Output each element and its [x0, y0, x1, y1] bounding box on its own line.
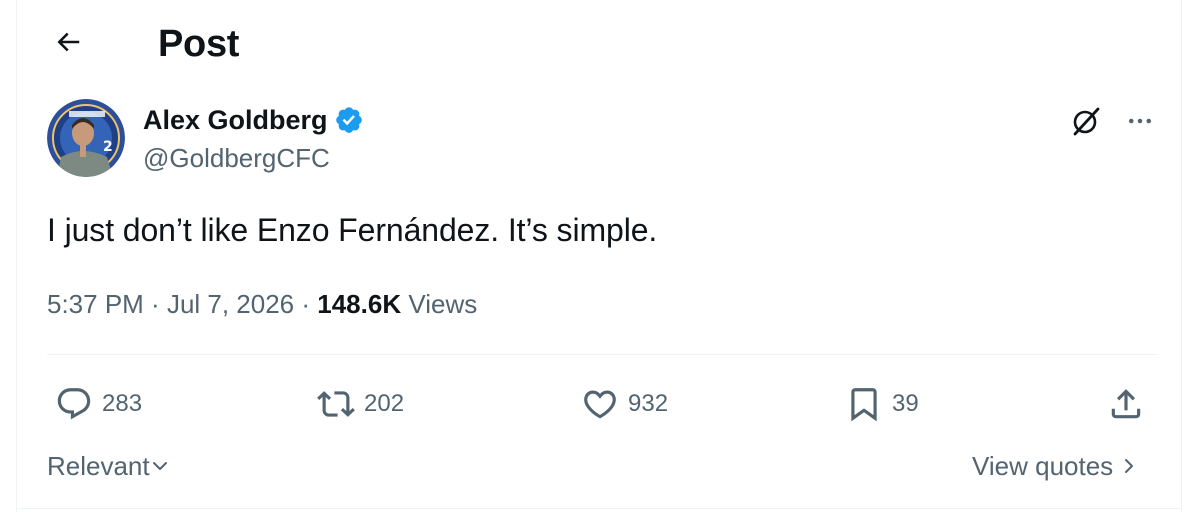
repost-icon	[316, 384, 356, 424]
share-icon	[1106, 384, 1146, 424]
like-button[interactable]: 932	[580, 380, 668, 428]
author-name-row: Alex Goldberg	[143, 101, 364, 139]
bookmark-icon	[844, 384, 884, 424]
back-button[interactable]	[46, 22, 90, 66]
verified-badge-icon[interactable]	[334, 105, 364, 135]
chevron-down-icon	[150, 456, 170, 476]
post-meta: 5:37 PM · Jul 7, 2026 · 148.6K Views	[47, 284, 477, 324]
sort-label: Relevant	[47, 451, 150, 481]
views-label: Views	[401, 289, 478, 319]
repost-count: 202	[364, 390, 405, 417]
more-options-button[interactable]	[1118, 101, 1162, 145]
sort-replies-dropdown[interactable]: Relevant	[47, 446, 170, 486]
share-button[interactable]	[1106, 380, 1146, 428]
grok-icon	[1069, 104, 1103, 143]
author-handle[interactable]: @GoldbergCFC	[143, 140, 330, 176]
avatar[interactable]: 2	[47, 99, 125, 177]
repost-button[interactable]: 202	[316, 380, 404, 428]
divider	[47, 354, 1158, 355]
like-count: 932	[628, 390, 669, 417]
more-dots-icon	[1125, 106, 1155, 141]
post-text: I just don’t like Enzo Fernández. It’s s…	[47, 212, 658, 248]
view-quotes-link[interactable]: View quotes	[972, 446, 1139, 486]
view-quotes-label: View quotes	[972, 451, 1114, 481]
meta-separator-2: ·	[294, 289, 318, 319]
bookmark-button[interactable]: 39	[844, 380, 919, 428]
chevron-right-icon	[1119, 456, 1139, 476]
heart-icon	[580, 384, 620, 424]
reply-count: 283	[102, 390, 143, 417]
reply-icon	[54, 384, 94, 424]
arrow-left-icon	[53, 27, 83, 62]
grok-button[interactable]	[1064, 101, 1108, 145]
bookmark-count: 39	[892, 390, 919, 417]
bottom-divider	[16, 508, 1182, 509]
author-display-name[interactable]: Alex Goldberg	[143, 101, 328, 139]
meta-separator: ·	[143, 289, 167, 319]
post-time[interactable]: 5:37 PM	[47, 289, 144, 319]
page-title: Post	[158, 23, 240, 65]
views-count[interactable]: 148.6K	[317, 289, 401, 319]
page-header: Post	[0, 0, 1199, 88]
post-date[interactable]: Jul 7, 2026	[167, 289, 294, 319]
svg-text:2: 2	[103, 139, 113, 155]
reply-button[interactable]: 283	[54, 380, 142, 428]
